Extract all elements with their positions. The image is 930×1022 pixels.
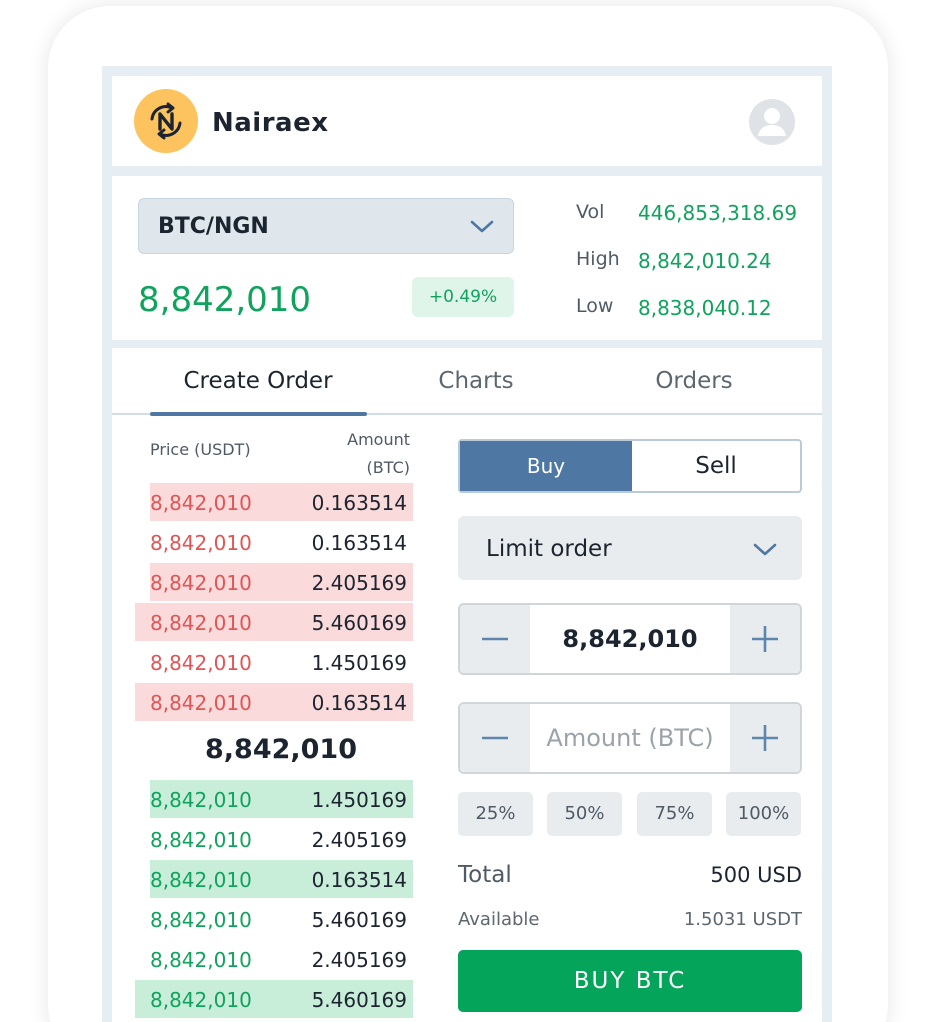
amount-stepper [458, 702, 802, 774]
ask-row[interactable]: 8,842,010 0.163514 [150, 523, 413, 561]
ask-row[interactable]: 8,842,010 2.405169 [150, 563, 413, 601]
bid-amount: 0.163514 [311, 868, 407, 892]
percent-75-button[interactable]: 75% [637, 792, 712, 836]
buy-btc-button[interactable]: BUY BTC [458, 950, 802, 1012]
nairaex-logo-icon[interactable] [134, 89, 198, 153]
ask-row[interactable]: 8,842,010 0.163514 [135, 683, 413, 721]
ask-price: 8,842,010 [150, 531, 252, 555]
side-toggle: Buy Sell [458, 439, 802, 493]
tab-charts[interactable]: Charts [366, 368, 586, 394]
bid-row[interactable]: 8,842,010 0.163514 [150, 860, 413, 898]
last-price: 8,842,010 [138, 280, 312, 320]
ask-price: 8,842,010 [150, 611, 252, 635]
ask-amount: 0.163514 [311, 531, 407, 555]
stat-label-high: High [576, 248, 620, 270]
price-stepper: 8,842,010 [458, 603, 802, 675]
active-tab-indicator [150, 412, 367, 416]
amount-input[interactable] [530, 704, 730, 772]
orderbook-price-header: Price (USDT) [150, 440, 251, 459]
amount-header-line-1: Amount [347, 430, 410, 449]
ask-row[interactable]: 8,842,010 5.460169 [135, 603, 413, 641]
bid-price: 8,842,010 [150, 788, 252, 812]
chevron-down-icon [752, 540, 778, 564]
orderbook-amount-header: Amount (BTC) [312, 426, 410, 482]
price-increment-button[interactable] [730, 605, 800, 673]
ask-amount: 2.405169 [311, 571, 407, 595]
bid-amount: 1.450169 [311, 788, 407, 812]
ask-price: 8,842,010 [150, 491, 252, 515]
price-decrement-button[interactable] [460, 605, 530, 673]
ask-price: 8,842,010 [150, 571, 252, 595]
buy-side-button[interactable]: Buy [460, 441, 632, 491]
brand-name: Nairaex [212, 108, 329, 138]
market-summary: BTC/NGN 8,842,010 +0.49% Vol 446,853,318… [112, 176, 822, 340]
stat-value-high: 8,842,010.24 [638, 249, 772, 273]
price-change-badge: +0.49% [412, 277, 514, 317]
amount-decrement-button[interactable] [460, 704, 530, 772]
tab-orders[interactable]: Orders [584, 368, 804, 394]
bid-row[interactable]: 8,842,010 2.405169 [150, 940, 413, 978]
available-label: Available [458, 909, 540, 930]
bid-price: 8,842,010 [150, 948, 252, 972]
ask-amount: 5.460169 [311, 611, 407, 635]
bid-row[interactable]: 8,842,010 1.450169 [150, 780, 413, 818]
pair-select[interactable]: BTC/NGN [138, 198, 514, 254]
stat-label-vol: Vol [576, 201, 605, 223]
tab-create-order[interactable]: Create Order [148, 368, 368, 394]
sell-side-button[interactable]: Sell [632, 441, 800, 491]
bid-price: 8,842,010 [150, 988, 252, 1012]
bid-amount: 5.460169 [311, 988, 407, 1012]
user-avatar-icon[interactable] [748, 98, 796, 146]
bid-price: 8,842,010 [150, 828, 252, 852]
order-type-select[interactable]: Limit order [458, 516, 802, 580]
ask-amount: 0.163514 [311, 491, 407, 515]
app-header: Nairaex [112, 76, 822, 166]
bid-amount: 2.405169 [311, 948, 407, 972]
percent-50-button[interactable]: 50% [547, 792, 622, 836]
bid-amount: 5.460169 [311, 908, 407, 932]
percent-100-button[interactable]: 100% [726, 792, 801, 836]
bid-row[interactable]: 8,842,010 5.460169 [135, 980, 413, 1018]
total-label: Total [458, 862, 512, 888]
bid-price: 8,842,010 [150, 908, 252, 932]
stat-label-low: Low [576, 295, 614, 317]
amount-header-line-2: (BTC) [366, 458, 410, 477]
order-type-label: Limit order [486, 536, 612, 562]
amount-increment-button[interactable] [730, 704, 800, 772]
bid-amount: 2.405169 [311, 828, 407, 852]
chevron-down-icon [469, 215, 495, 241]
stat-value-low: 8,838,040.12 [638, 296, 772, 320]
ask-price: 8,842,010 [150, 651, 252, 675]
bid-price: 8,842,010 [150, 868, 252, 892]
ask-row[interactable]: 8,842,010 1.450169 [150, 643, 413, 681]
trade-panel: Create Order Charts Orders Price (USDT) … [112, 348, 822, 1022]
price-input[interactable]: 8,842,010 [530, 605, 730, 673]
percent-25-button[interactable]: 25% [458, 792, 533, 836]
ask-amount: 0.163514 [311, 691, 407, 715]
bid-row[interactable]: 8,842,010 5.460169 [150, 900, 413, 938]
ask-amount: 1.450169 [311, 651, 407, 675]
ask-row[interactable]: 8,842,010 0.163514 [150, 483, 413, 521]
stat-value-vol: 446,853,318.69 [638, 201, 798, 225]
total-value: 500 USD [710, 863, 802, 887]
pair-label: BTC/NGN [158, 214, 269, 239]
available-value: 1.5031 USDT [683, 909, 802, 930]
orderbook-mid-price: 8,842,010 [204, 734, 358, 765]
ask-price: 8,842,010 [150, 691, 252, 715]
bid-row[interactable]: 8,842,010 2.405169 [150, 820, 413, 858]
